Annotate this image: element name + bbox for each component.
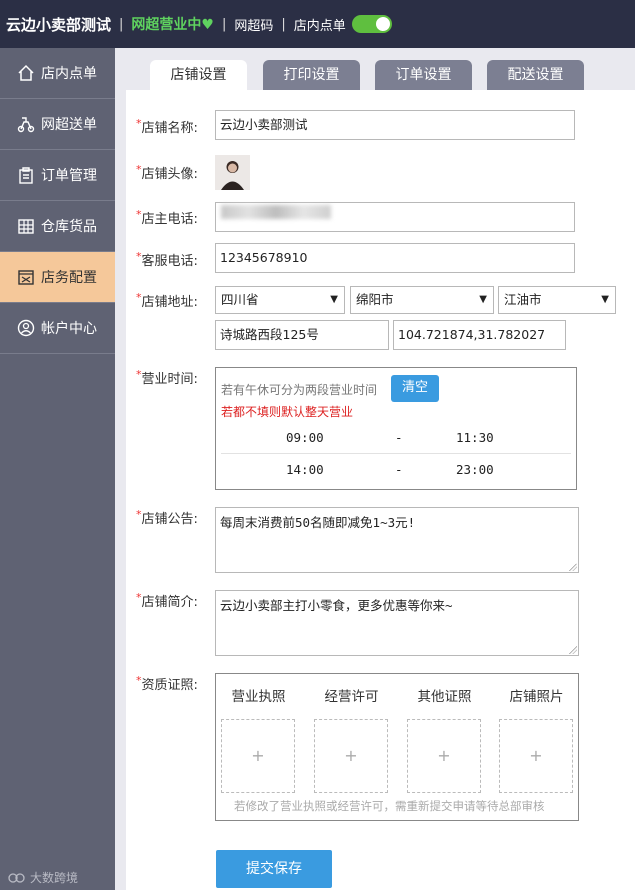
store-config-icon [16,267,36,287]
sidebar: 店内点单 网超送单 订单管理 仓库货品 店务配置 帐户中心 大数跨境 [0,48,115,890]
slot2-dash: - [395,462,403,477]
chevron-down-icon: ▼ [479,294,487,305]
store-brand: 云边小卖部测试 [6,15,112,34]
plus-icon: + [529,746,543,765]
coordinates-input[interactable]: 104.721874,31.782027 [393,320,566,350]
cert-label: *资质证照: [136,674,198,693]
chevron-down-icon: ▼ [330,294,338,305]
top-bar: 云边小卖部测试 | 网超营业中♥ | 网超码 | 店内点单 [0,0,635,48]
resize-grip-icon[interactable] [569,563,577,571]
warehouse-icon [16,216,36,236]
upload-other[interactable]: + [407,719,481,793]
upload-license[interactable]: + [221,719,295,793]
store-name-label: *店铺名称: [136,117,198,136]
sidebar-item-label: 帐户中心 [41,321,97,337]
tab-order-settings[interactable]: 订单设置 [375,60,472,90]
tab-print-settings[interactable]: 打印设置 [263,60,360,90]
submit-button[interactable]: 提交保存 [216,850,332,888]
cert-title-permit: 经营许可 [324,689,379,705]
hours-box: 若有午休可分为两段营业时间 清空 若都不填则默认整天营业 09:00 - 11:… [215,367,577,490]
slot-divider [221,453,571,454]
upload-photo[interactable]: + [499,719,573,793]
notice-textarea[interactable]: 每周末消费前50名随即减免1~3元! [215,507,579,573]
resize-grip-icon[interactable] [569,646,577,654]
cert-title-photo: 店铺照片 [509,689,564,705]
cert-title-other: 其他证照 [417,689,472,705]
sidebar-item-label: 仓库货品 [41,219,97,235]
service-phone-input[interactable]: 12345678910 [215,243,575,273]
district-select[interactable]: 江油市 ▼ [498,286,616,314]
order-icon [16,165,36,185]
sidebar-item-delivery[interactable]: 网超送单 [0,99,115,150]
address-label: *店铺地址: [136,291,198,310]
chevron-down-icon: ▼ [601,294,609,305]
sidebar-item-dine-in[interactable]: 店内点单 [0,48,115,99]
qr-code-link[interactable]: 网超码 [234,15,273,34]
cert-box: 营业执照 经营许可 其他证照 店铺照片 + + + + 若修改了营业执照或经营许… [215,673,579,821]
slot2-start[interactable]: 14:00 [286,462,324,477]
intro-textarea[interactable]: 云边小卖部主打小零食，更多优惠等你来~ [215,590,579,656]
avatar-label: *店铺头像: [136,163,198,182]
service-phone-label: *客服电话: [136,250,198,269]
watermark-logo-icon [8,872,25,883]
delivery-icon [16,114,36,134]
tab-store-settings[interactable]: 店铺设置 [150,60,247,92]
sidebar-item-store-config[interactable]: 店务配置 [0,252,115,303]
plus-icon: + [344,746,358,765]
sidebar-item-label: 网超送单 [41,117,97,133]
clear-hours-button[interactable]: 清空 [391,375,439,402]
hours-hint: 若有午休可分为两段营业时间 [221,383,378,397]
store-avatar[interactable] [215,155,250,190]
owner-phone-label: *店主电话: [136,208,198,227]
store-name-input[interactable]: 云边小卖部测试 [215,110,575,140]
province-select[interactable]: 四川省 ▼ [215,286,345,314]
sidebar-item-account[interactable]: 帐户中心 [0,303,115,354]
main-area: 店铺设置 打印设置 订单设置 配送设置 *店铺名称: 云边小卖部测试 *店铺头像… [115,48,635,890]
toggle-knob [375,17,390,31]
city-select[interactable]: 绵阳市 ▼ [350,286,494,314]
street-input[interactable]: 诗城路西段125号 [215,320,389,350]
plus-icon: + [437,746,451,765]
dine-in-toggle[interactable] [351,15,392,33]
blurred-phone [221,205,331,219]
account-icon [16,318,36,338]
sidebar-item-label: 订单管理 [41,168,97,184]
intro-label: *店铺简介: [136,591,198,610]
dine-in-label: 店内点单 [293,18,346,34]
slot1-start[interactable]: 09:00 [286,430,324,445]
plus-icon: + [251,746,265,765]
watermark-text: 大数跨境 [30,871,79,885]
sidebar-item-orders[interactable]: 订单管理 [0,150,115,201]
sidebar-item-label: 店务配置 [41,270,97,286]
sidebar-item-warehouse[interactable]: 仓库货品 [0,201,115,252]
cert-note: 若修改了营业执照或经营许可，需重新提交申请等待总部审核 [234,799,545,813]
divider: | [281,16,286,32]
business-status[interactable]: 网超营业中♥ [131,14,214,34]
cert-title-license: 营业执照 [231,689,286,705]
divider: | [221,16,227,32]
sidebar-item-label: 店内点单 [41,66,97,82]
tab-delivery-settings[interactable]: 配送设置 [487,60,584,90]
upload-permit[interactable]: + [314,719,388,793]
hours-label: *营业时间: [136,368,198,387]
watermark: 大数跨境 [8,869,78,886]
home-icon [16,63,36,83]
hours-warning: 若都不填则默认整天营业 [221,405,354,419]
settings-panel: *店铺名称: 云边小卖部测试 *店铺头像: *店主电话: *客服电话: 1234… [126,90,635,890]
divider: | [119,16,124,32]
notice-label: *店铺公告: [136,508,198,527]
slot1-dash: - [395,430,403,445]
slot1-end[interactable]: 11:30 [456,430,494,445]
slot2-end[interactable]: 23:00 [456,462,494,477]
